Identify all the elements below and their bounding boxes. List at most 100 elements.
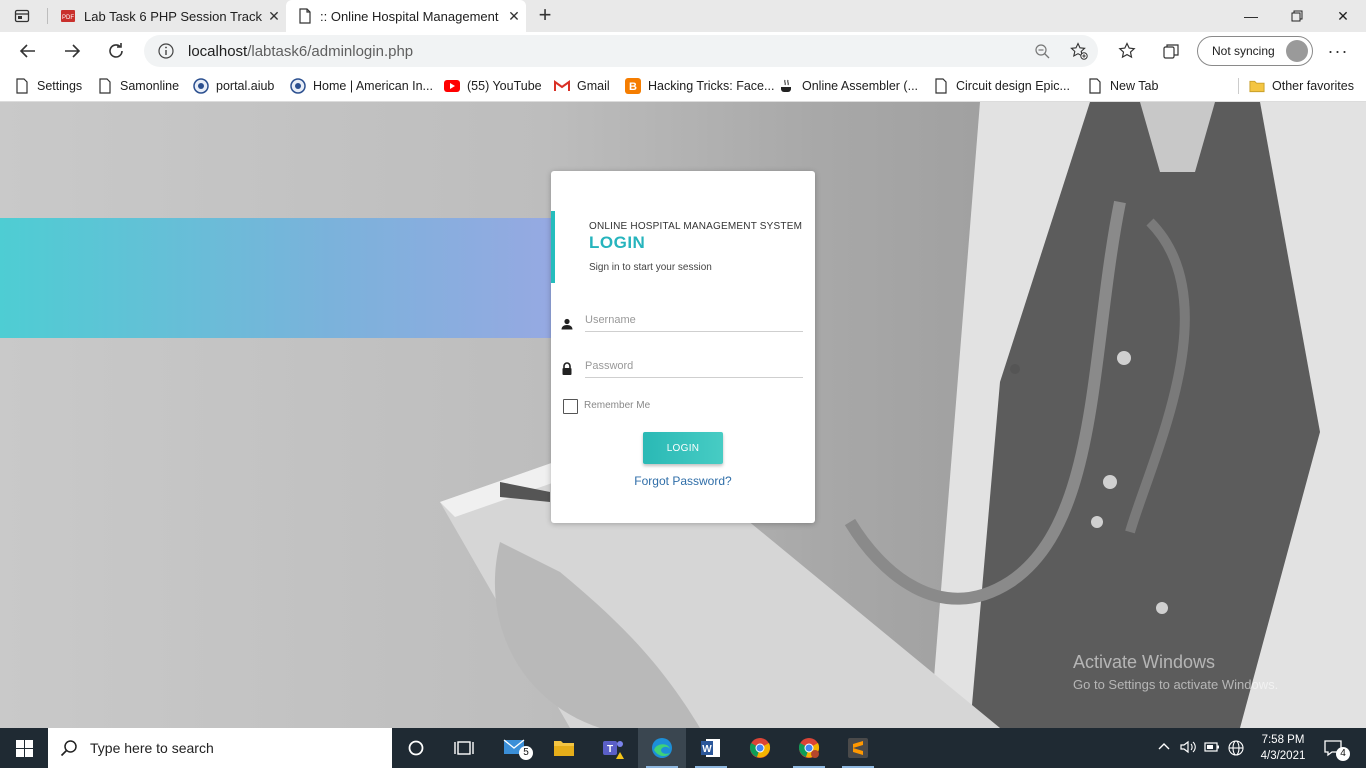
login-subtitle: Sign in to start your session xyxy=(589,262,712,273)
favorite-aiub-home[interactable]: Home | American In... xyxy=(290,76,433,96)
forward-icon[interactable] xyxy=(58,37,86,65)
taskbar-search-box[interactable]: Type here to search xyxy=(48,728,392,768)
favorites-bar: Settings Samonline portal.aiub Home | Am… xyxy=(0,70,1366,102)
notifications-icon[interactable]: 4 xyxy=(1324,739,1350,761)
new-tab-icon[interactable]: + xyxy=(534,2,556,27)
password-field[interactable]: Password xyxy=(585,354,803,378)
address-bar[interactable]: localhost/labtask6/adminlogin.php xyxy=(144,35,1098,67)
windows-start-icon[interactable] xyxy=(0,728,48,768)
favorite-circuit-design[interactable]: Circuit design Epic... xyxy=(933,76,1070,96)
url-host: localhost xyxy=(188,43,248,60)
collections-icon[interactable] xyxy=(1157,37,1185,65)
battery-icon[interactable] xyxy=(1204,740,1220,757)
favorite-youtube[interactable]: (55) YouTube xyxy=(444,76,542,96)
login-button[interactable]: LOGIN xyxy=(643,432,723,464)
favorite-settings[interactable]: Settings xyxy=(14,76,82,96)
system-title: ONLINE HOSPITAL MANAGEMENT SYSTEM xyxy=(589,221,803,232)
avatar-icon xyxy=(1286,40,1308,62)
favorite-gmail[interactable]: Gmail xyxy=(554,76,610,96)
remember-me-checkbox[interactable] xyxy=(563,399,578,414)
forgot-password-link[interactable]: Forgot Password? xyxy=(551,474,815,488)
youtube-icon xyxy=(444,78,460,94)
close-window-icon[interactable]: ✕ xyxy=(1320,0,1366,32)
favorite-new-tab[interactable]: New Tab xyxy=(1087,76,1158,96)
favorite-label: Online Assembler (... xyxy=(802,79,919,93)
search-placeholder: Type here to search xyxy=(90,740,214,756)
restore-icon[interactable] xyxy=(1274,0,1320,32)
add-favorite-icon[interactable] xyxy=(1070,42,1088,65)
remember-me-label[interactable]: Remember Me xyxy=(584,400,650,411)
profile-sync-button[interactable]: Not syncing xyxy=(1197,36,1313,66)
chrome-profile-icon[interactable] xyxy=(785,728,833,768)
mail-app-icon[interactable]: 5 xyxy=(492,728,540,768)
volume-icon[interactable] xyxy=(1180,740,1196,757)
web-page: ONLINE HOSPITAL MANAGEMENT SYSTEM LOGIN … xyxy=(0,102,1366,728)
more-menu-icon[interactable]: ··· xyxy=(1324,37,1352,65)
mail-badge: 5 xyxy=(519,746,533,760)
tab-hospital-login[interactable]: :: Online Hospital Management S ✕ xyxy=(286,0,526,32)
activate-windows-watermark: Activate Windows Go to Settings to activ… xyxy=(1073,652,1278,692)
tab-lab-task[interactable]: PDF Lab Task 6 PHP Session Tracking ✕ xyxy=(48,0,286,32)
back-icon[interactable] xyxy=(14,37,42,65)
refresh-icon[interactable] xyxy=(102,37,130,65)
accent-band xyxy=(0,218,552,338)
info-icon[interactable] xyxy=(158,43,174,64)
pdf-icon: PDF xyxy=(60,8,76,24)
tab-actions-icon[interactable] xyxy=(14,8,30,29)
browser-toolbar: localhost/labtask6/adminlogin.php Not sy… xyxy=(0,32,1366,70)
favorite-label: Settings xyxy=(37,79,83,93)
page-icon xyxy=(1087,78,1103,94)
folder-icon xyxy=(1249,78,1265,94)
favorite-portal-aiub[interactable]: portal.aiub xyxy=(193,76,274,96)
favorite-label: New Tab xyxy=(1110,79,1159,93)
favorite-label: Gmail xyxy=(577,79,610,93)
coffee-icon xyxy=(779,78,795,94)
url-path: /labtask6/adminlogin.php xyxy=(247,43,414,60)
browser-tab-strip: PDF Lab Task 6 PHP Session Tracking ✕ ::… xyxy=(0,0,1366,32)
show-hidden-icons-icon[interactable] xyxy=(1157,740,1171,757)
svg-text:B: B xyxy=(629,81,637,93)
favorite-hacking-tricks[interactable]: B Hacking Tricks: Face... xyxy=(625,76,774,96)
network-globe-icon[interactable] xyxy=(1228,740,1244,759)
system-clock[interactable]: 7:58 PM 4/3/2021 xyxy=(1252,732,1314,764)
task-view-icon[interactable] xyxy=(440,728,488,768)
windows-taskbar: Type here to search 5 T W 7:58 PM 4/3/20… xyxy=(0,728,1366,768)
favorites-icon[interactable] xyxy=(1113,37,1141,65)
aiub-icon xyxy=(290,78,306,94)
watermark-line-2: Go to Settings to activate Windows. xyxy=(1073,677,1279,692)
favorite-label: Samonline xyxy=(120,79,180,93)
close-tab-icon[interactable]: ✕ xyxy=(502,8,526,25)
svg-text:W: W xyxy=(702,744,712,755)
watermark-line-1: Activate Windows xyxy=(1073,652,1216,672)
sublime-text-icon[interactable] xyxy=(834,728,882,768)
user-icon xyxy=(561,317,573,330)
username-placeholder: Username xyxy=(585,314,636,326)
teams-icon[interactable]: T xyxy=(589,728,637,768)
favorite-label: portal.aiub xyxy=(216,79,275,93)
favorites-divider xyxy=(1238,78,1239,94)
notification-count-badge: 4 xyxy=(1336,747,1350,761)
sync-label: Not syncing xyxy=(1212,44,1275,58)
lock-icon xyxy=(561,362,573,375)
cortana-icon[interactable] xyxy=(392,728,440,768)
file-explorer-icon[interactable] xyxy=(540,728,588,768)
page-icon xyxy=(97,78,113,94)
zoom-icon[interactable] xyxy=(1034,43,1050,64)
username-field[interactable]: Username xyxy=(585,308,803,332)
favorite-online-assembler[interactable]: Online Assembler (... xyxy=(779,76,918,96)
favorite-label: Hacking Tricks: Face... xyxy=(648,79,775,93)
favorite-other-folder[interactable]: Other favorites xyxy=(1249,76,1354,96)
chrome-icon[interactable] xyxy=(736,728,784,768)
word-icon[interactable]: W xyxy=(687,728,735,768)
url-text[interactable]: localhost/labtask6/adminlogin.php xyxy=(188,43,413,60)
page-icon xyxy=(14,78,30,94)
favorite-samonline[interactable]: Samonline xyxy=(97,76,179,96)
clock-date: 4/3/2021 xyxy=(1260,750,1306,762)
page-icon xyxy=(298,8,312,24)
minimize-icon[interactable]: — xyxy=(1228,0,1274,32)
svg-text:T: T xyxy=(607,744,613,755)
close-tab-icon[interactable]: ✕ xyxy=(262,8,286,25)
favorite-label: (55) YouTube xyxy=(467,79,542,93)
aiub-icon xyxy=(193,78,209,94)
edge-browser-icon[interactable] xyxy=(638,728,686,768)
